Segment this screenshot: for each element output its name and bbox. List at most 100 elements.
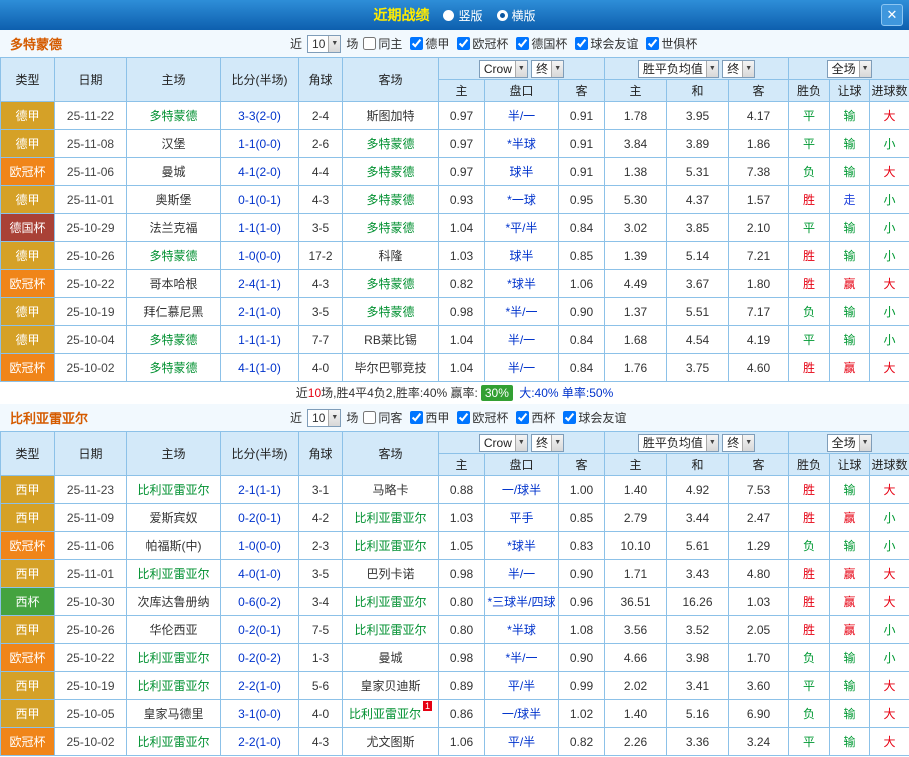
goals-ou-cell: 大: [869, 353, 909, 382]
score-cell: 4-1(1-0): [220, 353, 299, 382]
filter-checkbox[interactable]: 球会友谊: [563, 409, 626, 426]
handicap-home-odds-cell: 0.97: [438, 129, 485, 158]
home-team-cell: 帕福斯(中): [126, 531, 221, 560]
scope-select[interactable]: 全场 ▼: [826, 433, 872, 452]
match-date: 25-10-26: [54, 615, 127, 644]
layout-option-horizontal[interactable]: 横版: [496, 7, 536, 24]
radio-icon[interactable]: [443, 9, 455, 21]
filter-checkbox-label: 同客: [378, 411, 403, 425]
away-team-cell: 毕尔巴鄂竞技: [342, 353, 439, 382]
match-row: 德甲 25-11-01 奥斯堡 0-1(0-1) 4-3 多特蒙德 0.93 *…: [0, 185, 909, 214]
handicap-line-cell: 平/半: [484, 671, 559, 700]
chevron-down-icon: ▼: [551, 60, 564, 77]
result-cell: 胜: [788, 503, 831, 532]
filter-checkbox-input[interactable]: [646, 37, 660, 50]
match-row: 西甲 25-11-09 爱斯宾奴 0-2(0-1) 4-2 比利亚雷亚尔 1.0…: [0, 503, 909, 532]
handicap-line-cell: *球半: [484, 269, 559, 298]
layout-option-label: 横版: [511, 8, 536, 23]
league-badge: 欧冠杯: [0, 157, 55, 186]
filter-checkbox[interactable]: 欧冠杯: [457, 35, 508, 52]
goals-ou-cell: 大: [869, 699, 909, 728]
matches-body: 西甲 25-11-23 比利亚雷亚尔 2-1(1-1) 3-1 马略卡 0.88…: [0, 475, 909, 756]
filter-checkbox[interactable]: 球会友谊: [575, 35, 638, 52]
odds-source-select[interactable]: Crow ▼: [478, 433, 528, 452]
match-date: 25-11-08: [54, 129, 127, 158]
filter-checkbox-input[interactable]: [457, 411, 471, 424]
filter-checkbox-input[interactable]: [363, 37, 377, 50]
filter-checkbox[interactable]: 欧冠杯: [457, 409, 508, 426]
filter-checkbox-input[interactable]: [575, 37, 589, 50]
result-cell: 平: [788, 129, 831, 158]
handicap-away-odds-cell: 0.83: [558, 531, 605, 560]
match-row: 欧冠杯 25-10-02 比利亚雷亚尔 2-2(1-0) 4-3 尤文图斯 1.…: [0, 727, 909, 756]
away-column-header: 客场: [342, 431, 439, 476]
final-odds-select[interactable]: 终 ▼: [722, 433, 756, 452]
filter-checkbox-input[interactable]: [410, 37, 424, 50]
avg-odds-select[interactable]: 胜平负均值 ▼: [637, 59, 719, 78]
radio-icon[interactable]: [496, 9, 508, 21]
chevron-down-icon: ▼: [328, 35, 341, 52]
filter-checkbox-input[interactable]: [516, 37, 530, 50]
filter-checkbox-input[interactable]: [563, 411, 577, 424]
filter-checkbox-input[interactable]: [516, 411, 530, 424]
filter-checkbox[interactable]: 德国杯: [516, 35, 567, 52]
handicap-away-odds-cell: 1.02: [558, 699, 605, 728]
match-count-select[interactable]: 10 ▼: [307, 34, 342, 53]
filter-checkbox-label: 西甲: [425, 411, 450, 425]
handicap-home-odds-cell: 0.98: [438, 559, 485, 588]
handicap-line-cell: 半/一: [484, 101, 559, 130]
filter-checkbox[interactable]: 西杯: [516, 409, 555, 426]
handicap-result-cell: 赢: [829, 353, 871, 382]
handicap-home-odds-cell: 0.82: [438, 269, 485, 298]
avg-away-odds-cell: 1.57: [727, 185, 790, 214]
handicap-result-cell: 赢: [829, 269, 871, 298]
avg-odds-select[interactable]: 胜平负均值 ▼: [637, 433, 719, 452]
avg-home-odds-cell: 1.38: [604, 157, 667, 186]
handicap-line-cell: 一/球半: [484, 699, 559, 728]
final-odds-select[interactable]: 终 ▼: [531, 433, 565, 452]
filter-checkbox[interactable]: 同主: [363, 35, 402, 52]
filter-checkbox-input[interactable]: [410, 411, 424, 424]
filter-checkbox[interactable]: 同客: [363, 409, 402, 426]
league-badge: 欧冠杯: [0, 727, 55, 756]
handicap-home-odds-cell: 0.80: [438, 587, 485, 616]
match-count-select[interactable]: 10 ▼: [307, 408, 342, 427]
filter-checkbox[interactable]: 西甲: [410, 409, 449, 426]
layout-option-vertical[interactable]: 竖版: [443, 7, 483, 24]
avg-draw-odds-cell: 5.16: [666, 699, 729, 728]
avg-draw-odds-cell: 4.54: [666, 325, 729, 354]
handicap-result-cell: 输: [829, 213, 871, 242]
avg-home-odds-cell: 3.56: [604, 615, 667, 644]
odds-source-select[interactable]: Crow ▼: [478, 59, 528, 78]
close-button[interactable]: ✕: [881, 4, 903, 26]
home-team-name: 爱斯宾奴: [149, 511, 198, 525]
handicap-result-cell: 输: [829, 241, 871, 270]
final-odds-select[interactable]: 终 ▼: [722, 59, 756, 78]
home-team-name: 比利亚雷亚尔: [137, 679, 210, 693]
away-odds-subheader: 客: [558, 79, 605, 102]
home-team-cell: 比利亚雷亚尔: [126, 643, 221, 672]
goals-ou-cell: 小: [869, 213, 909, 242]
score-cell: 2-2(1-0): [220, 671, 299, 700]
avg-home-odds-cell: 36.51: [604, 587, 667, 616]
match-date: 25-10-22: [54, 269, 127, 298]
away-team-cell: 比利亚雷亚尔1: [342, 699, 439, 728]
avg-draw-odds-cell: 3.98: [666, 643, 729, 672]
handicap-away-odds-cell: 0.84: [558, 325, 605, 354]
final-odds-select[interactable]: 终 ▼: [531, 59, 565, 78]
avg-away-odds-cell: 1.80: [727, 269, 790, 298]
filter-checkbox[interactable]: 德甲: [410, 35, 449, 52]
league-badge: 欧冠杯: [0, 643, 55, 672]
scope-select[interactable]: 全场 ▼: [826, 59, 872, 78]
corners-cell: 17-2: [298, 241, 343, 270]
filter-checkbox-input[interactable]: [457, 37, 471, 50]
league-badge: 西甲: [0, 671, 55, 700]
away-team-name: 比利亚雷亚尔: [354, 595, 427, 609]
filter-checkbox-input[interactable]: [363, 411, 377, 424]
corners-column-header: 角球: [298, 57, 343, 102]
filter-checkbox-label: 同主: [378, 37, 403, 51]
filter-checkbox[interactable]: 世俱杯: [646, 35, 697, 52]
score-cell: 2-4(1-1): [220, 269, 299, 298]
score-cell: 2-1(1-0): [220, 297, 299, 326]
handicap-away-odds-cell: 1.00: [558, 475, 605, 504]
